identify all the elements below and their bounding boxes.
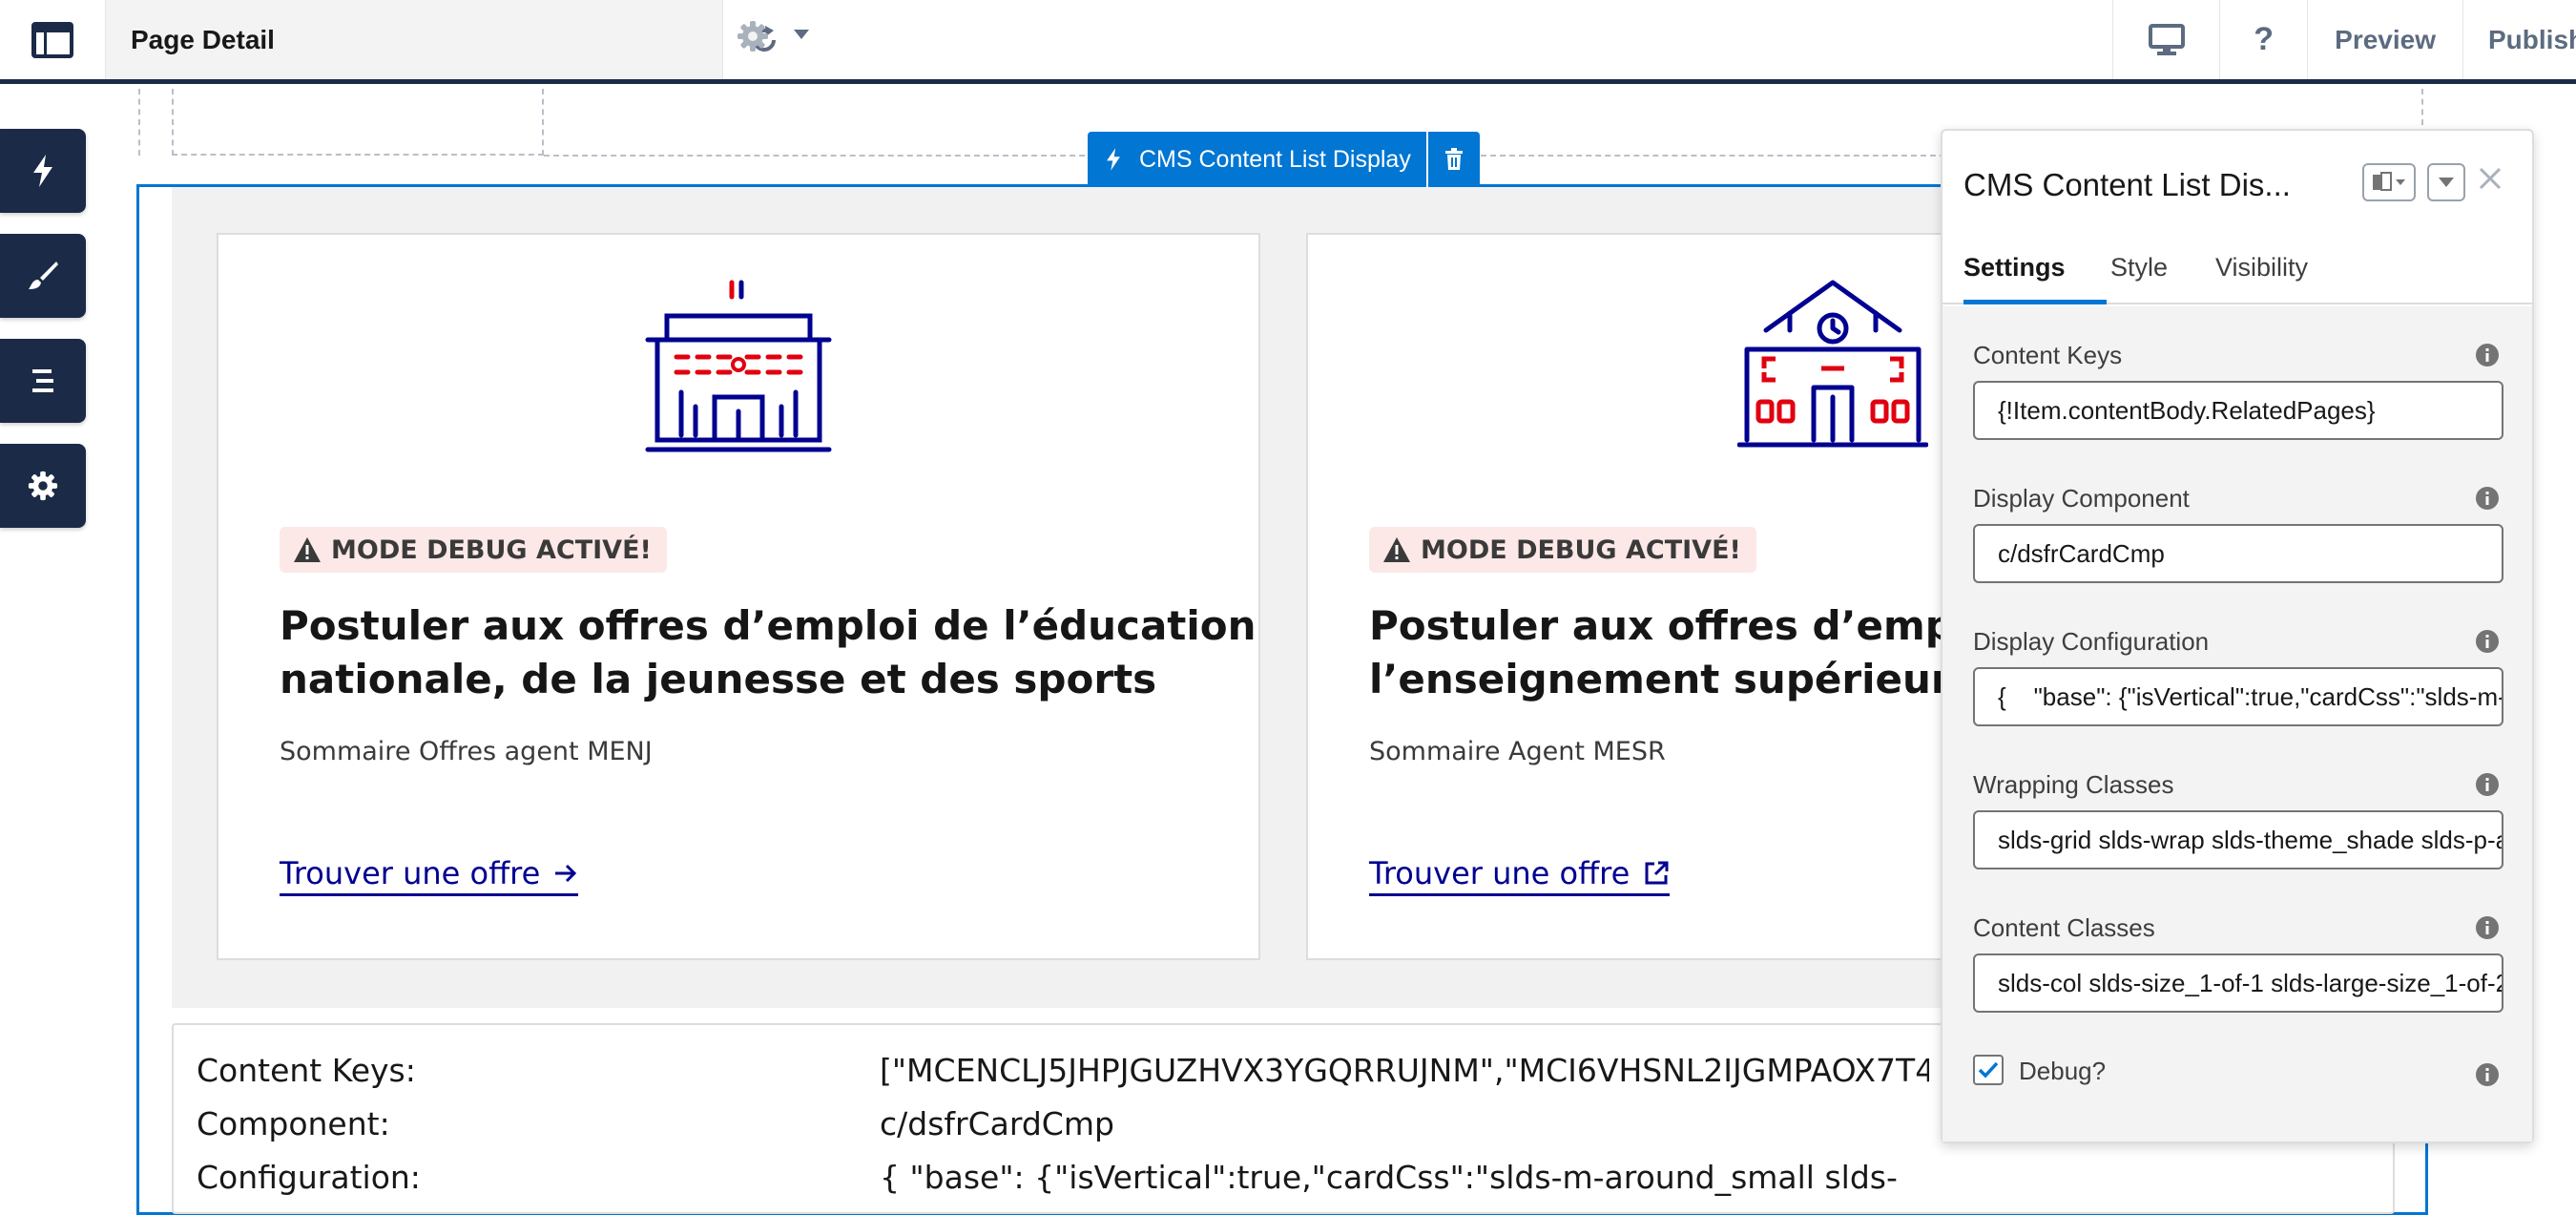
card-description: Sommaire Offres agent MENJ [280, 737, 653, 766]
debug-value: c/dsfrCardCmp [880, 1105, 1114, 1142]
gear-icon[interactable] [736, 19, 770, 53]
panel-menu-button[interactable] [2427, 163, 2465, 201]
device-preview-button[interactable] [2112, 0, 2219, 79]
property-panel: CMS Content List Dis... Settings Style V… [1941, 129, 2534, 1143]
lightning-icon [1107, 148, 1120, 171]
debug-label: Configuration: [197, 1159, 421, 1196]
page-structure-rail-button[interactable] [0, 339, 86, 423]
debug-label: Content Keys: [197, 1052, 416, 1089]
variation-menu-button[interactable] [2362, 163, 2416, 201]
page-selector[interactable]: Page Detail [105, 0, 809, 79]
content-keys-input[interactable]: {!Item.contentBody.RelatedPages} [1973, 381, 2503, 440]
settings-form: Content Keys {!Item.contentBody.RelatedP… [1942, 306, 2532, 1142]
debug-value: { "base": {"isVertical":true,"cardCss":"… [880, 1159, 1898, 1196]
field-label: Display Configuration [1973, 627, 2210, 656]
panel-tabs: Settings Style Visibility [1942, 245, 2532, 304]
layout-icon [31, 21, 73, 58]
tab-visibility[interactable]: Visibility [2215, 245, 2308, 304]
warning-icon [1383, 537, 1410, 562]
page-structure-button[interactable] [0, 0, 105, 79]
card-link[interactable]: Trouver une offre [1369, 855, 1671, 896]
trash-icon [1445, 148, 1463, 170]
info-icon[interactable] [2475, 343, 2500, 367]
theme-button[interactable] [0, 234, 86, 318]
chevron-down-icon[interactable] [793, 29, 810, 40]
wrapping-classes-input[interactable]: slds-grid slds-wrap slds-theme_shade sld… [1973, 810, 2503, 869]
help-button[interactable]: ? [2219, 0, 2307, 79]
content-classes-input[interactable]: slds-col slds-size_1-of-1 slds-large-siz… [1973, 953, 2503, 1013]
debug-badge: MODE DEBUG ACTIVÉ! [1369, 527, 1756, 573]
brush-icon [29, 262, 58, 289]
debug-checkbox[interactable] [1973, 1055, 2004, 1085]
info-icon[interactable] [2475, 1062, 2500, 1087]
external-link-icon [1645, 861, 1669, 885]
checkmark-icon [1978, 1061, 1999, 1079]
info-icon[interactable] [2475, 772, 2500, 797]
field-label: Content Classes [1973, 913, 2155, 942]
content-card: MODE DEBUG ACTIVÉ! Postuler aux offres d… [217, 233, 1260, 960]
region-outline [172, 89, 544, 156]
school-building-icon [1737, 280, 1928, 448]
variations-icon [2373, 172, 2405, 191]
lightning-icon [33, 155, 52, 187]
settings-button[interactable] [0, 444, 86, 528]
page-title: Page Detail [131, 24, 275, 54]
list-icon [32, 369, 53, 392]
field-label: Content Keys [1973, 341, 2123, 369]
field-label: Display Component [1973, 484, 2190, 513]
chevron-down-icon [2439, 178, 2454, 187]
display-configuration-input[interactable]: { "base": {"isVertical":true,"cardCss":"… [1973, 667, 2503, 726]
display-component-input[interactable]: c/dsfrCardCmp [1973, 524, 2503, 583]
debug-label: Component: [197, 1105, 390, 1142]
desktop-icon [2148, 23, 2185, 55]
card-description: Sommaire Agent MESR [1369, 737, 1666, 766]
publish-button[interactable]: Publish [2462, 0, 2576, 79]
gear-icon [28, 471, 58, 501]
debug-value: ["MCENCLJ5JHPJGUZHVX3YGQRRUJNM","MCI6VHS… [880, 1052, 1929, 1089]
question-icon: ? [2254, 21, 2275, 57]
component-label[interactable]: CMS Content List Display [1088, 132, 1432, 187]
tab-settings[interactable]: Settings [1963, 245, 2107, 304]
info-icon[interactable] [2475, 629, 2500, 654]
card-link[interactable]: Trouver une offre [280, 855, 579, 896]
components-button[interactable] [0, 129, 86, 213]
warning-icon [294, 537, 321, 562]
panel-title: CMS Content List Dis... [1963, 167, 2291, 202]
field-label: Wrapping Classes [1973, 770, 2174, 799]
arrow-right-icon [555, 864, 577, 883]
debug-badge: MODE DEBUG ACTIVÉ! [280, 527, 667, 573]
preview-button[interactable]: Preview [2307, 0, 2462, 79]
close-icon[interactable] [2477, 165, 2503, 192]
tab-style[interactable]: Style [2110, 245, 2168, 304]
builder-header: Page Detail ? Preview Publish [0, 0, 2576, 84]
debug-checkbox-label: Debug? [2019, 1057, 2107, 1085]
government-building-icon [645, 280, 832, 452]
info-icon[interactable] [2475, 915, 2500, 940]
info-icon[interactable] [2475, 486, 2500, 511]
delete-component-button[interactable] [1426, 132, 1480, 187]
card-title: Postuler aux offres d’emploi de l’éducat… [280, 602, 1257, 702]
